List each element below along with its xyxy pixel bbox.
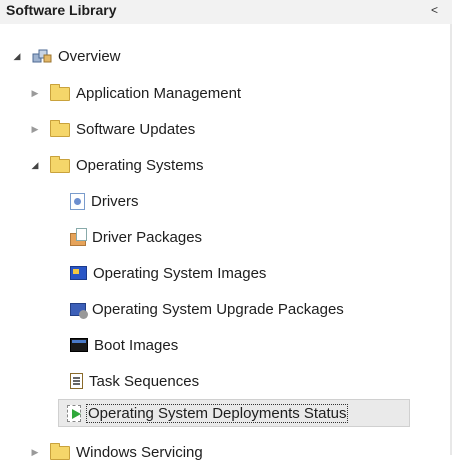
tree-node-application-management[interactable]: ▶ Application Management <box>28 81 241 105</box>
tree-node-operating-system-images[interactable]: Operating System Images <box>70 261 266 285</box>
tree-label: Operating System Upgrade Packages <box>92 300 344 318</box>
pane-title: Software Library <box>6 2 117 18</box>
collapsed-arrow-icon[interactable]: ▶ <box>28 86 42 100</box>
tree-label: Operating Systems <box>76 156 204 174</box>
drivers-icon <box>70 192 85 210</box>
tree-node-boot-images[interactable]: Boot Images <box>70 333 178 357</box>
folder-icon <box>50 156 70 173</box>
tree-label: Software Updates <box>76 120 196 138</box>
folder-icon <box>50 443 70 460</box>
os-image-icon <box>70 266 87 280</box>
expanded-arrow-icon[interactable]: ◢ <box>28 158 42 172</box>
os-upgrade-icon <box>70 302 88 319</box>
tree-node-operating-system-deployments-status[interactable]: Operating System Deployments Status <box>58 399 410 427</box>
tree-label: Application Management <box>76 84 242 102</box>
collapsed-arrow-icon[interactable]: ▶ <box>28 122 42 136</box>
folder-icon <box>50 84 70 101</box>
boot-image-icon <box>70 338 88 352</box>
tree-node-driver-packages[interactable]: Driver Packages <box>70 225 202 249</box>
folder-icon <box>50 120 70 137</box>
driver-package-icon <box>70 227 87 246</box>
tree-label: Task Sequences <box>89 372 200 390</box>
tree-node-operating-systems[interactable]: ◢ Operating Systems <box>28 153 204 177</box>
tree-node-overview[interactable]: ◢ Overview <box>10 44 121 68</box>
overview-icon <box>32 47 52 65</box>
tree-node-software-updates[interactable]: ▶ Software Updates <box>28 117 195 141</box>
tree-node-windows-servicing[interactable]: ▶ Windows Servicing <box>28 440 203 464</box>
collapse-pane-icon[interactable]: < <box>431 3 438 17</box>
expanded-arrow-icon[interactable]: ◢ <box>10 49 24 63</box>
tree-node-drivers[interactable]: Drivers <box>70 189 139 213</box>
task-sequence-icon <box>70 373 83 389</box>
navigation-pane-header: Software Library < <box>0 0 452 24</box>
deployment-status-icon <box>67 404 81 422</box>
tree-node-task-sequences[interactable]: Task Sequences <box>70 369 199 393</box>
tree-label: Boot Images <box>94 336 179 354</box>
tree-node-operating-system-upgrade-packages[interactable]: Operating System Upgrade Packages <box>70 297 344 321</box>
tree-label: Operating System Deployments Status <box>85 403 349 423</box>
tree-label: Overview <box>58 47 121 65</box>
collapsed-arrow-icon[interactable]: ▶ <box>28 445 42 459</box>
tree-label: Operating System Images <box>93 264 267 282</box>
tree-label: Drivers <box>91 192 139 210</box>
tree-label: Windows Servicing <box>76 443 203 461</box>
tree-label: Driver Packages <box>92 228 203 246</box>
